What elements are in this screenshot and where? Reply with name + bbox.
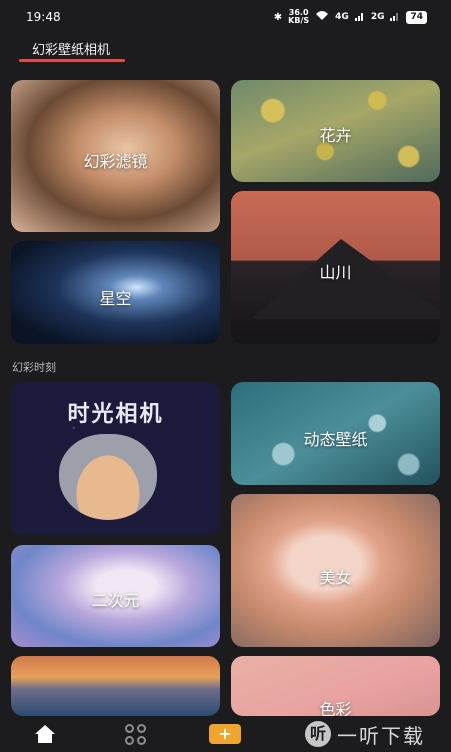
status-icons: ✱ 36.0 KB/S 4G 2G 74 [274, 9, 427, 25]
signal-1-icon [354, 11, 365, 24]
card-filter[interactable]: 幻彩滤镜 [11, 80, 220, 232]
home-icon [35, 725, 55, 743]
nav-apps[interactable] [121, 722, 149, 746]
status-bar: 19:48 ✱ 36.0 KB/S 4G 2G 74 [0, 0, 451, 34]
card-filter-label: 幻彩滤镜 [83, 152, 148, 171]
nav-home[interactable] [31, 722, 59, 746]
card-dynamic-wallpaper-label: 动态壁纸 [303, 430, 368, 449]
status-time: 19:48 [26, 10, 61, 24]
apps-grid-icon [124, 723, 146, 745]
signal-2-label: 2G [370, 12, 385, 22]
card-color-label: 色彩 [319, 700, 352, 716]
elderly-face-illustration [59, 434, 157, 520]
card-color[interactable]: 色彩 [231, 656, 440, 716]
signal-1-label: 4G [335, 12, 349, 22]
battery-indicator: 74 [406, 10, 427, 24]
wifi-icon [315, 10, 329, 24]
card-beauty-label: 美女 [319, 568, 352, 587]
nav-add[interactable]: + [209, 722, 241, 746]
card-starry-sky-label: 星空 [99, 289, 132, 308]
add-icon: + [209, 724, 241, 744]
network-speed: 36.0 KB/S [288, 9, 309, 25]
card-sunset[interactable] [11, 656, 220, 716]
card-anime-label: 二次元 [91, 591, 140, 610]
card-mountains-label: 山川 [319, 263, 352, 282]
card-flowers-label: 花卉 [319, 126, 352, 145]
watermark: 听 一听下载 [305, 716, 451, 752]
card-dynamic-wallpaper[interactable]: 动态壁纸 [231, 382, 440, 485]
active-tab-indicator [19, 59, 125, 62]
card-anime[interactable]: 二次元 [11, 545, 220, 647]
section-title-moments: 幻彩时刻 [12, 361, 56, 374]
card-time-camera[interactable]: 时光相机 [11, 382, 220, 535]
signal-2-icon [390, 11, 400, 24]
card-mountains[interactable]: 山川 [231, 191, 440, 344]
tab-wallpaper-camera[interactable]: 幻彩壁纸相机 [32, 39, 110, 58]
network-speed-unit: KB/S [288, 16, 310, 25]
card-time-camera-title: 时光相机 [67, 402, 164, 427]
tab-header: 幻彩壁纸相机 [0, 34, 451, 64]
watermark-logo: 听 [305, 721, 331, 747]
card-beauty[interactable]: 美女 [231, 494, 440, 647]
watermark-text: 一听下载 [337, 723, 425, 748]
card-starry-sky[interactable]: 星空 [11, 241, 220, 344]
bluetooth-icon: ✱ [273, 11, 283, 23]
card-flowers[interactable]: 花卉 [231, 80, 440, 182]
